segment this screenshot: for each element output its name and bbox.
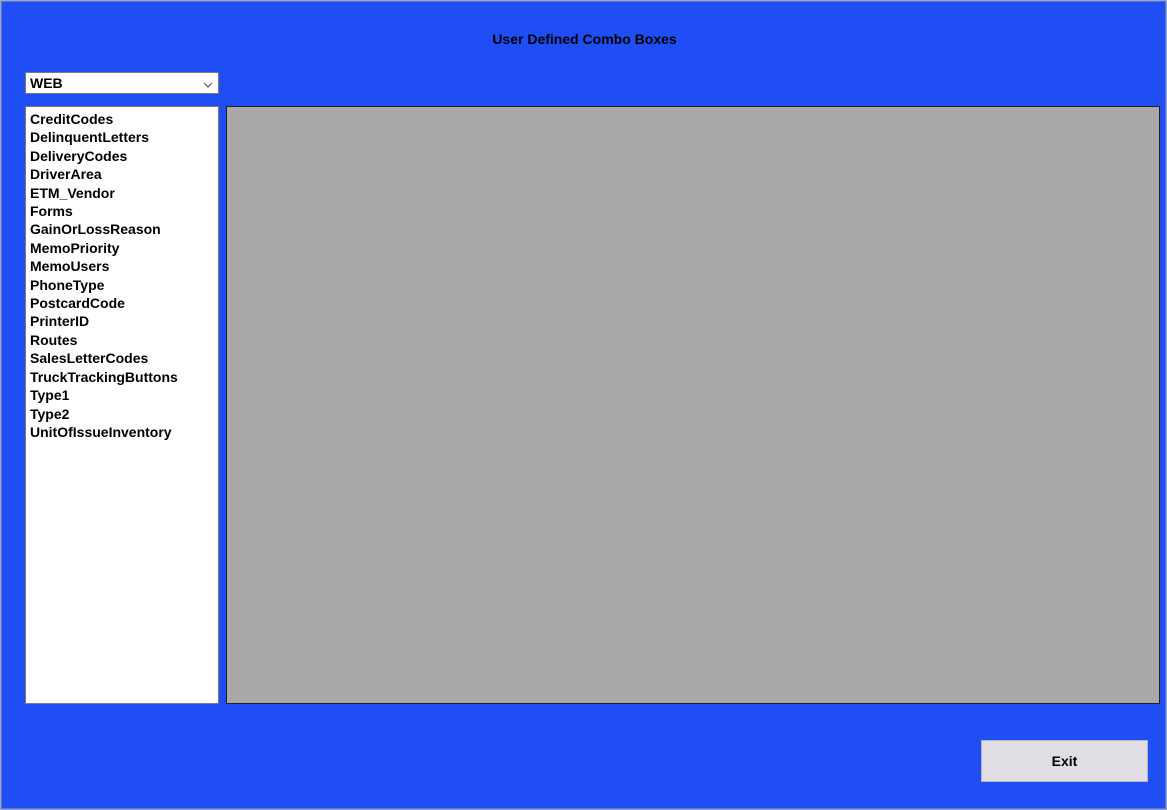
list-item-type2[interactable]: Type2 [30,405,218,423]
list-item-memousers[interactable]: MemoUsers [30,257,218,275]
list-item-deliverycodes[interactable]: DeliveryCodes [30,147,218,165]
list-item-memopriority[interactable]: MemoPriority [30,239,218,257]
list-item-gainorlossreason[interactable]: GainOrLossReason [30,220,218,238]
list-item-printerid[interactable]: PrinterID [30,312,218,330]
list-item-trucktrackingbuttons[interactable]: TruckTrackingButtons [30,368,218,386]
exit-button[interactable]: Exit [981,740,1148,782]
list-item-forms[interactable]: Forms [30,202,218,220]
list-item-creditcodes[interactable]: CreditCodes [30,110,218,128]
list-item-delinquentletters[interactable]: DelinquentLetters [30,128,218,146]
list-item-salesletttercodes[interactable]: SalesLetterCodes [30,349,218,367]
list-item-etm-vendor[interactable]: ETM_Vendor [30,184,218,202]
list-item-postcardcode[interactable]: PostcardCode [30,294,218,312]
category-combo-box[interactable]: WEB [25,72,219,94]
chevron-down-icon[interactable] [203,77,213,89]
combo-list-panel[interactable]: CreditCodes DelinquentLetters DeliveryCo… [25,106,219,704]
list-item-driverarea[interactable]: DriverArea [30,165,218,183]
combo-list: CreditCodes DelinquentLetters DeliveryCo… [26,107,218,441]
user-defined-combo-boxes-window: User Defined Combo Boxes WEB CreditCodes… [0,0,1167,810]
combo-selected-value: WEB [30,75,63,91]
list-item-routes[interactable]: Routes [30,331,218,349]
list-item-type1[interactable]: Type1 [30,386,218,404]
data-grid-area[interactable] [226,106,1160,704]
window-title: User Defined Combo Boxes [492,31,677,47]
list-item-phonetype[interactable]: PhoneType [30,276,218,294]
list-item-unitofissueinventory[interactable]: UnitOfIssueInventory [30,423,218,441]
